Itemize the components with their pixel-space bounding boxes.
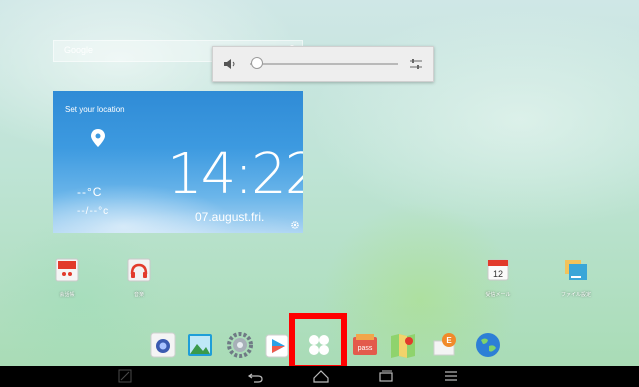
music-app-icon	[127, 258, 151, 282]
weather-location-label[interactable]: Set your location	[65, 105, 125, 114]
calendar-app-icon: 12	[487, 259, 509, 281]
camera-icon[interactable]	[149, 331, 177, 359]
clock-time: 14:22	[167, 142, 303, 207]
wallet-app-icon[interactable]: pass	[351, 331, 379, 359]
home-app-music[interactable]: 音楽	[119, 257, 159, 298]
sound-settings-icon[interactable]	[409, 57, 423, 71]
browser-globe-icon[interactable]	[474, 331, 502, 359]
temperature-range: --/--°c	[77, 206, 110, 217]
app-label: 音楽	[133, 292, 144, 298]
location-pin-icon	[91, 129, 105, 147]
menu-icon[interactable]	[441, 368, 461, 384]
play-store-icon[interactable]	[263, 331, 291, 359]
home-app-calendar[interactable]: 12 受信メール	[478, 257, 518, 298]
pen-icon[interactable]	[114, 368, 134, 384]
clock-date: 07.august.fri.	[195, 210, 265, 224]
widget-settings-icon[interactable]	[291, 221, 299, 229]
volume-panel	[212, 46, 434, 82]
app-label: 受信メール	[485, 292, 511, 298]
weather-clock-widget[interactable]: Set your location --°C --/--°c 14:22 07.…	[53, 91, 303, 233]
back-icon[interactable]	[246, 368, 266, 384]
settings-icon[interactable]	[226, 331, 254, 359]
notebook-app-icon	[55, 258, 79, 282]
speaker-icon	[224, 59, 235, 69]
app-label: 会話帳	[59, 292, 75, 298]
current-temperature: --°C	[77, 185, 103, 199]
app-label: ファイル設定	[560, 292, 591, 298]
google-search-label: Google	[64, 45, 94, 55]
mail-label: E	[446, 336, 452, 345]
maps-icon[interactable]	[389, 331, 417, 359]
volume-slider-knob[interactable]	[251, 57, 264, 69]
calendar-badge: 12	[493, 269, 503, 279]
home-app-notebook[interactable]: 会話帳	[47, 257, 87, 298]
apps-drawer-highlight	[289, 313, 347, 371]
mail-app-icon[interactable]: E	[431, 331, 459, 359]
wallet-label: pass	[358, 345, 373, 352]
gallery-icon[interactable]	[186, 331, 214, 359]
navigation-bar	[0, 366, 639, 387]
file-folder-icon	[565, 260, 587, 280]
home-app-file-settings[interactable]: ファイル設定	[556, 257, 596, 298]
recent-apps-icon[interactable]	[376, 368, 396, 384]
volume-slider[interactable]	[250, 63, 398, 65]
home-icon[interactable]	[311, 368, 331, 384]
